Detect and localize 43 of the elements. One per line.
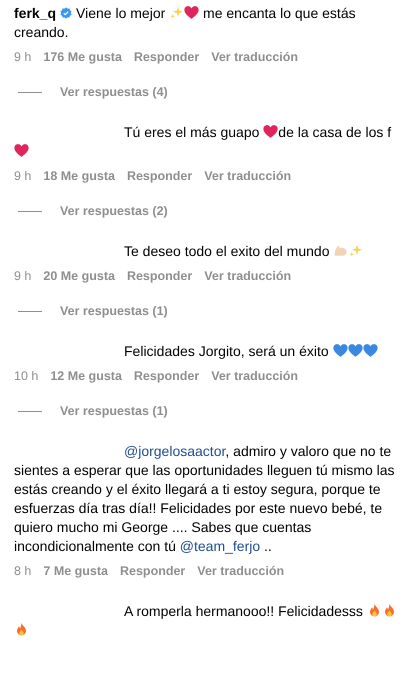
translate-link[interactable]: Ver traducción [204, 269, 292, 283]
heart-icon [332, 343, 348, 358]
likes-count[interactable]: 20 Me gusta [43, 269, 115, 283]
sparkles-icon [348, 243, 364, 258]
comment-text: @jorgelosaactor, admiro y valoro que no te sientes a esperar que las oportunidades lleguen tú mismo las estás creando y el éxito llegará a ti estoy segura, porque te esfuerzas día tras día!! Felicidades por este nuevo bebé, te quiero mucho mi George .... Sabes que cuentas incondicionalmente con tú @team_ferjo .. [14, 442, 396, 556]
comment-text: ferk_q Viene lo mejor me encanta lo que estás creando. [14, 4, 357, 42]
likes-count[interactable]: 12 Me gusta [50, 369, 122, 383]
reply-link[interactable]: Responder [134, 50, 200, 64]
likes-count[interactable]: 176 Me gusta [43, 50, 122, 64]
reply-link[interactable]: Responder [126, 169, 192, 183]
username[interactable]: ferk_q [14, 5, 56, 21]
reply-link[interactable]: Responder [120, 564, 186, 578]
comment-time: 9 h [14, 269, 32, 283]
comment-time: 8 h [14, 564, 32, 578]
view-replies-link[interactable]: Ver respuestas (1) [60, 304, 168, 318]
comment-time: 9 h [14, 169, 32, 183]
comment-time: 10 h [14, 369, 38, 383]
likes-count[interactable]: 7 Me gusta [43, 564, 108, 578]
view-replies-link[interactable]: Ver respuestas (1) [60, 404, 168, 418]
heart-icon [14, 143, 29, 158]
sparkles-icon [169, 5, 184, 20]
view-replies-link[interactable]: Ver respuestas (2) [60, 204, 168, 218]
translate-link[interactable]: Ver traducción [197, 564, 284, 578]
reply-link[interactable]: Responder [134, 369, 200, 383]
mention-link[interactable]: @team_ferjo [180, 538, 260, 554]
view-replies-link[interactable]: Ver respuestas (4) [60, 85, 168, 99]
heart-icon [184, 5, 200, 20]
mention-link[interactable]: @jorgelosaactor [124, 443, 226, 459]
translate-link[interactable]: Ver traducción [211, 369, 298, 383]
flexed-arm-icon [333, 243, 348, 258]
translate-link[interactable]: Ver traducción [211, 50, 298, 64]
comment-text: Tú eres el más guapo de la casa de los f [14, 123, 405, 161]
reply-link[interactable]: Responder [126, 269, 192, 283]
likes-count[interactable]: 18 Me gusta [43, 169, 115, 183]
heart-icon [348, 343, 363, 358]
fire-icon [14, 622, 29, 637]
translate-link[interactable]: Ver traducción [204, 169, 292, 183]
comment-text: Felicidades Jorgito, será un éxito [14, 342, 405, 361]
heart-icon [263, 124, 278, 139]
comment-time: 9 h [14, 50, 32, 64]
heart-icon [362, 343, 378, 358]
comment-text: Te deseo todo el exito del mundo [14, 242, 405, 261]
comment-text: A romperla hermanooo!! Felicidadesss [14, 602, 405, 640]
